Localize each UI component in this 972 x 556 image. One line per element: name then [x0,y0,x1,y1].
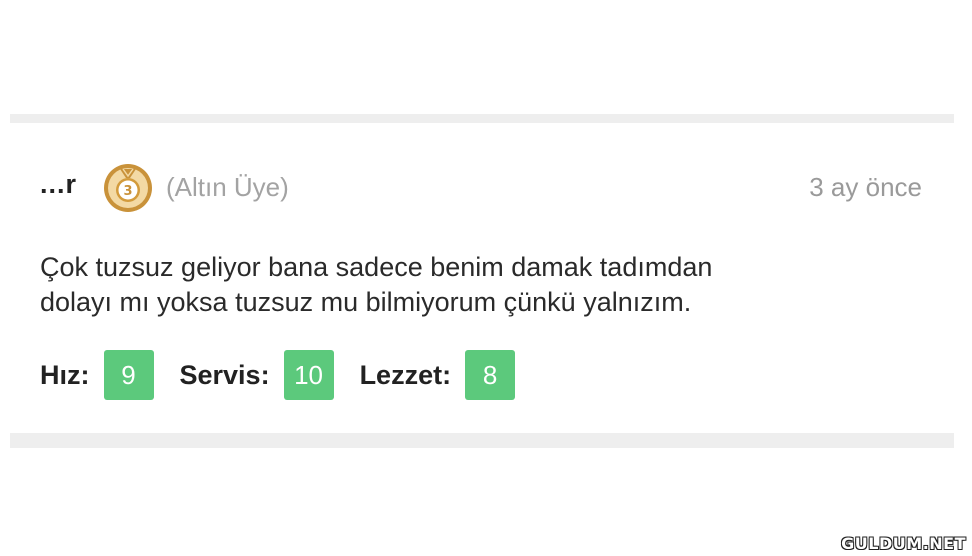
badge-number: 3 [123,184,132,199]
comment-line: dolayı mı yoksa tuzsuz mu bilmiyorum çün… [40,287,692,317]
timestamp: 3 ay önce [809,172,922,202]
review-comment: Çok tuzsuz geliyor bana sadece benim dam… [40,250,920,320]
watermark: GULDUM.NET [841,534,966,554]
rating-label-service: Servis: [179,359,270,390]
separator-bottom [10,433,954,448]
rating-label-speed: Hız: [40,359,90,390]
rating-score-taste: 8 [465,350,516,400]
rating-score-service: 10 [283,350,334,400]
separator-top [10,114,954,123]
ratings-row: Hız: 9 Servis: 10 Lezzet: 8 [40,350,541,400]
gold-medal-icon: 3 [104,164,152,212]
rating-label-taste: Lezzet: [359,359,452,390]
page: ...r 3 (Altın Üye) 3 ay önce Çok tuzsuz … [0,0,972,556]
rating-score-speed: 9 [103,350,154,400]
comment-line: Çok tuzsuz geliyor bana sadece benim dam… [40,252,713,282]
review-card: ...r 3 (Altın Üye) 3 ay önce Çok tuzsuz … [10,123,954,433]
member-level: (Altın Üye) [166,172,289,202]
username[interactable]: ...r [40,169,77,200]
